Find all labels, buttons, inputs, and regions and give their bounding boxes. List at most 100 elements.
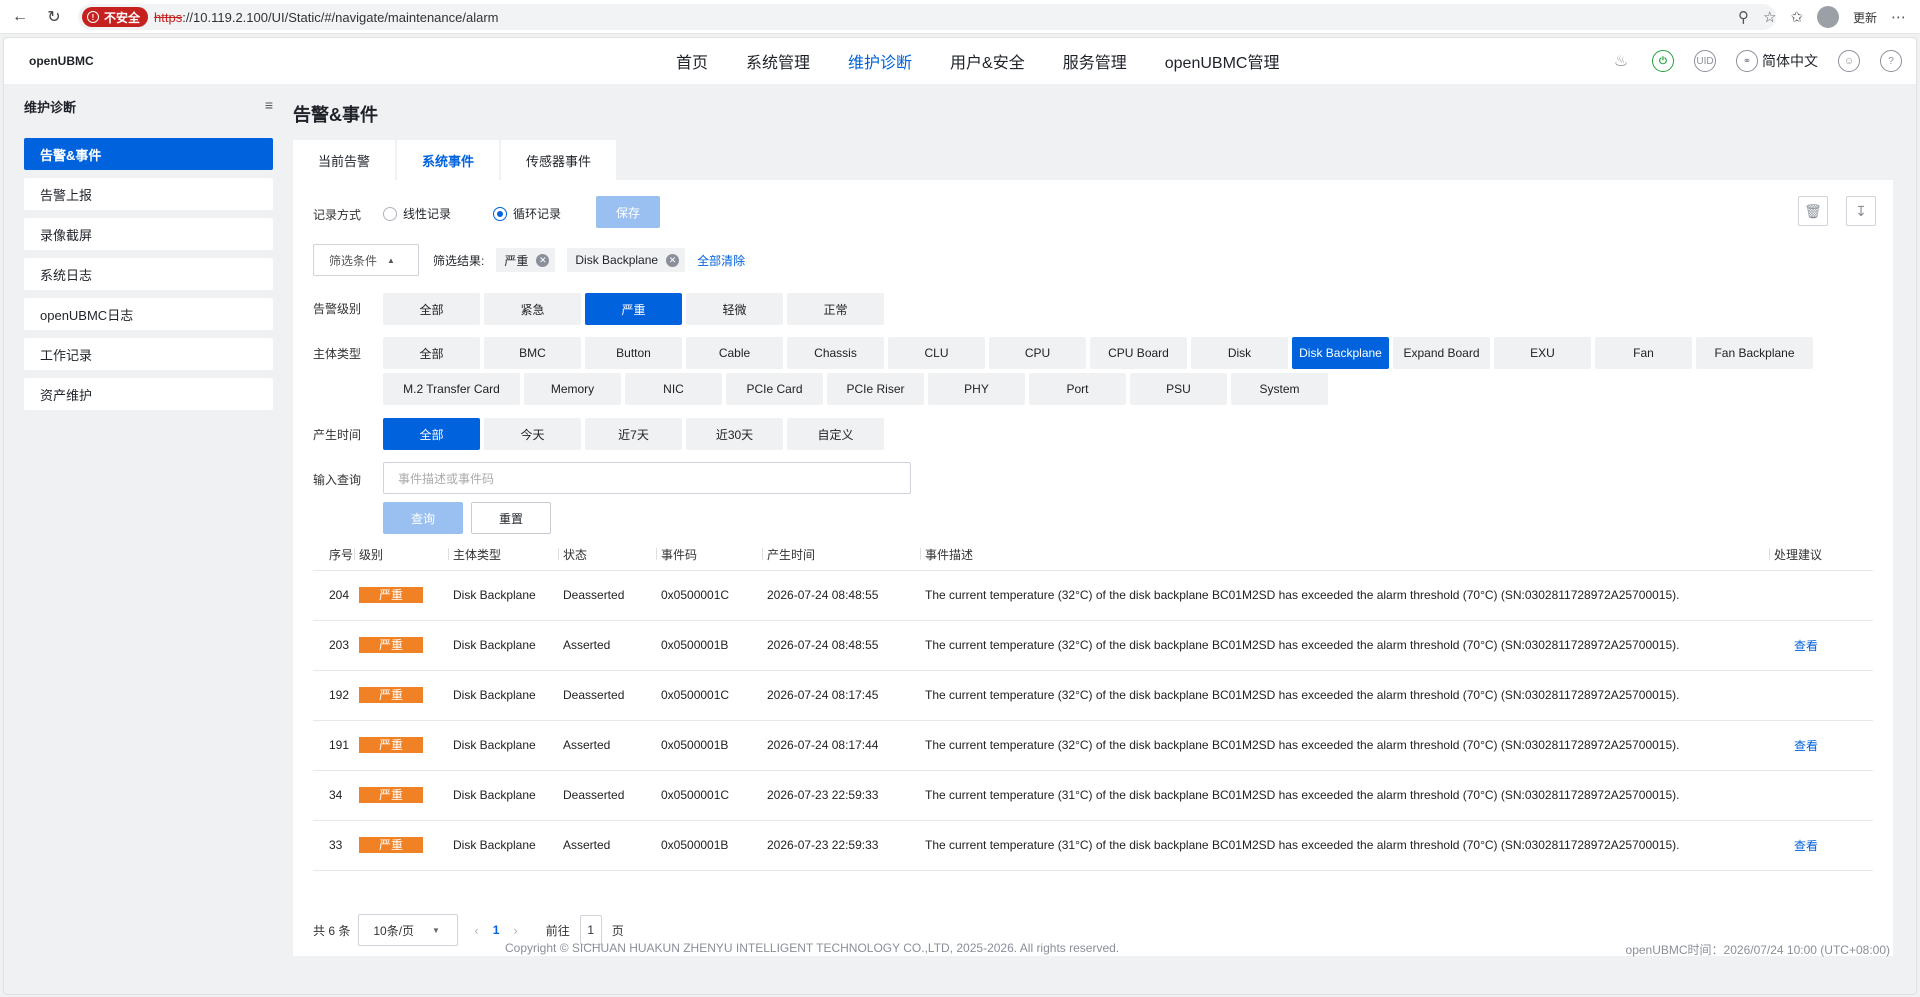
record-mode-label: 记录方式 (313, 208, 362, 222)
power-icon[interactable]: ⏻ (1652, 50, 1674, 72)
nav-openubmc[interactable]: openUBMC管理 (1165, 49, 1280, 73)
page-title: 告警&事件 (293, 105, 378, 125)
favorites-icon[interactable]: ✩ (1790, 8, 1803, 26)
sidebar-item-recording[interactable]: 录像截屏 (24, 218, 273, 250)
nav-services[interactable]: 服务管理 (1063, 49, 1127, 73)
time-label: 产生时间 (313, 428, 362, 442)
cell-code: 0x0500001B (661, 620, 767, 671)
tab-sensor-events[interactable]: 传感器事件 (501, 140, 617, 180)
subject-option[interactable]: 全部 (383, 337, 480, 369)
more-icon[interactable]: ⋯ (1891, 8, 1906, 26)
prev-page-icon[interactable]: ‹ (474, 923, 478, 938)
tab-system-events[interactable]: 系统事件 (397, 140, 500, 180)
save-button[interactable]: 保存 (596, 196, 660, 228)
subject-option[interactable]: CPU (989, 337, 1086, 369)
time-option[interactable]: 全部 (383, 418, 480, 450)
close-icon[interactable]: ✕ (666, 253, 680, 267)
radio-dot (383, 206, 397, 221)
tab-current-alarms[interactable]: 当前告警 (293, 140, 396, 180)
sidebar-item-work-record[interactable]: 工作记录 (24, 338, 273, 370)
clear-all-link[interactable]: 全部清除 (697, 252, 745, 269)
update-button[interactable]: 更新 (1853, 9, 1877, 26)
time-option[interactable]: 今天 (484, 418, 581, 450)
sidebar-item-alarm-events[interactable]: 告警&事件 (24, 138, 273, 170)
sidebar-item-system-log[interactable]: 系统日志 (24, 258, 273, 290)
radio-cyclic[interactable]: 循环记录 (493, 205, 561, 222)
cell-state: Deasserted (563, 570, 661, 621)
subject-option[interactable]: CPU Board (1090, 337, 1187, 369)
profile-avatar[interactable] (1816, 6, 1839, 28)
uid-icon[interactable]: UID (1694, 50, 1716, 72)
subject-option[interactable]: Port (1029, 373, 1126, 405)
close-icon[interactable]: ✕ (536, 253, 550, 267)
reload-icon[interactable]: ↻ (44, 7, 64, 27)
subject-option[interactable]: Disk Backplane (1292, 337, 1389, 369)
nav-maintenance[interactable]: 维护诊断 (848, 49, 912, 73)
radio-linear[interactable]: 线性记录 (383, 205, 451, 222)
time-option[interactable]: 自定义 (787, 418, 884, 450)
help-icon[interactable]: ? (1880, 50, 1902, 72)
language-switch[interactable]: ⚭ 简体中文 (1736, 50, 1818, 72)
subject-option[interactable]: System (1231, 373, 1328, 405)
filter-chip: 严重 ✕ (496, 248, 556, 272)
view-link[interactable]: 查看 (1794, 639, 1818, 653)
browser-toolbar: ← ↻ ! 不安全 https ://10.119.2.100/UI/Stati… (0, 0, 1920, 34)
next-page-icon[interactable]: › (513, 923, 517, 938)
subject-type-label: 主体类型 (313, 347, 362, 361)
severity-badge: 严重 (359, 787, 423, 803)
view-link[interactable]: 查看 (1794, 839, 1818, 853)
nav-user-security[interactable]: 用户&安全 (950, 49, 1025, 73)
subject-option[interactable]: PHY (928, 373, 1025, 405)
subject-option[interactable]: Expand Board (1393, 337, 1490, 369)
severity-badge: 严重 (359, 737, 423, 753)
insecure-badge[interactable]: ! 不安全 (82, 7, 149, 27)
col-header-state: 状态 (563, 540, 661, 571)
star-icon[interactable]: ☆ (1763, 8, 1776, 26)
subject-option[interactable]: Button (585, 337, 682, 369)
subject-option[interactable]: Cable (686, 337, 783, 369)
cell-id: 192 (313, 670, 359, 721)
sidebar-item-openubmc-log[interactable]: openUBMC日志 (24, 298, 273, 330)
delete-icon[interactable]: 🗑 (1798, 196, 1828, 226)
nav-home[interactable]: 首页 (676, 49, 708, 73)
reset-button[interactable]: 重置 (471, 502, 551, 534)
time-option[interactable]: 近7天 (585, 418, 682, 450)
subject-option[interactable]: Chassis (787, 337, 884, 369)
sidebar-item-asset[interactable]: 资产维护 (24, 378, 273, 410)
view-link[interactable]: 查看 (1794, 739, 1818, 753)
level-option[interactable]: 严重 (585, 293, 682, 325)
search-input[interactable]: 事件描述或事件码 (383, 462, 911, 494)
flame-icon[interactable]: ♨ (1610, 50, 1632, 72)
time-option[interactable]: 近30天 (686, 418, 783, 450)
collapse-menu-icon[interactable]: ≡ (265, 97, 273, 113)
sidebar-item-alarm-report[interactable]: 告警上报 (24, 178, 273, 210)
level-option[interactable]: 正常 (787, 293, 884, 325)
level-option[interactable]: 轻微 (686, 293, 783, 325)
address-bar[interactable]: ! 不安全 https ://10.119.2.100/UI/Static/#/… (78, 4, 1776, 30)
subject-option[interactable]: Fan Backplane (1696, 337, 1813, 369)
subject-option[interactable]: PCIe Riser (827, 373, 924, 405)
subject-option[interactable]: PCIe Card (726, 373, 823, 405)
nav-system[interactable]: 系统管理 (746, 49, 810, 73)
query-button[interactable]: 查询 (383, 502, 463, 534)
subject-option[interactable]: PSU (1130, 373, 1227, 405)
level-option[interactable]: 紧急 (484, 293, 581, 325)
cell-time: 2026-07-23 22:59:33 (767, 770, 925, 821)
subject-option[interactable]: Fan (1595, 337, 1692, 369)
subject-option[interactable]: M.2 Transfer Card (383, 373, 520, 405)
subject-option[interactable]: Memory (524, 373, 621, 405)
page-number[interactable]: 1 (493, 923, 500, 937)
filter-condition-select[interactable]: 筛选条件 ▲ (313, 244, 419, 276)
subject-option[interactable]: NIC (625, 373, 722, 405)
key-icon[interactable]: ⚲ (1738, 8, 1749, 26)
logo: openUBMC (29, 54, 94, 68)
cell-action: 查看 (1774, 620, 1873, 671)
download-icon[interactable]: ↧ (1846, 196, 1876, 226)
subject-option[interactable]: CLU (888, 337, 985, 369)
subject-option[interactable]: BMC (484, 337, 581, 369)
user-icon[interactable]: ☺ (1838, 50, 1860, 72)
subject-option[interactable]: EXU (1494, 337, 1591, 369)
level-option[interactable]: 全部 (383, 293, 480, 325)
subject-option[interactable]: Disk (1191, 337, 1288, 369)
back-arrow-icon[interactable]: ← (10, 7, 30, 27)
